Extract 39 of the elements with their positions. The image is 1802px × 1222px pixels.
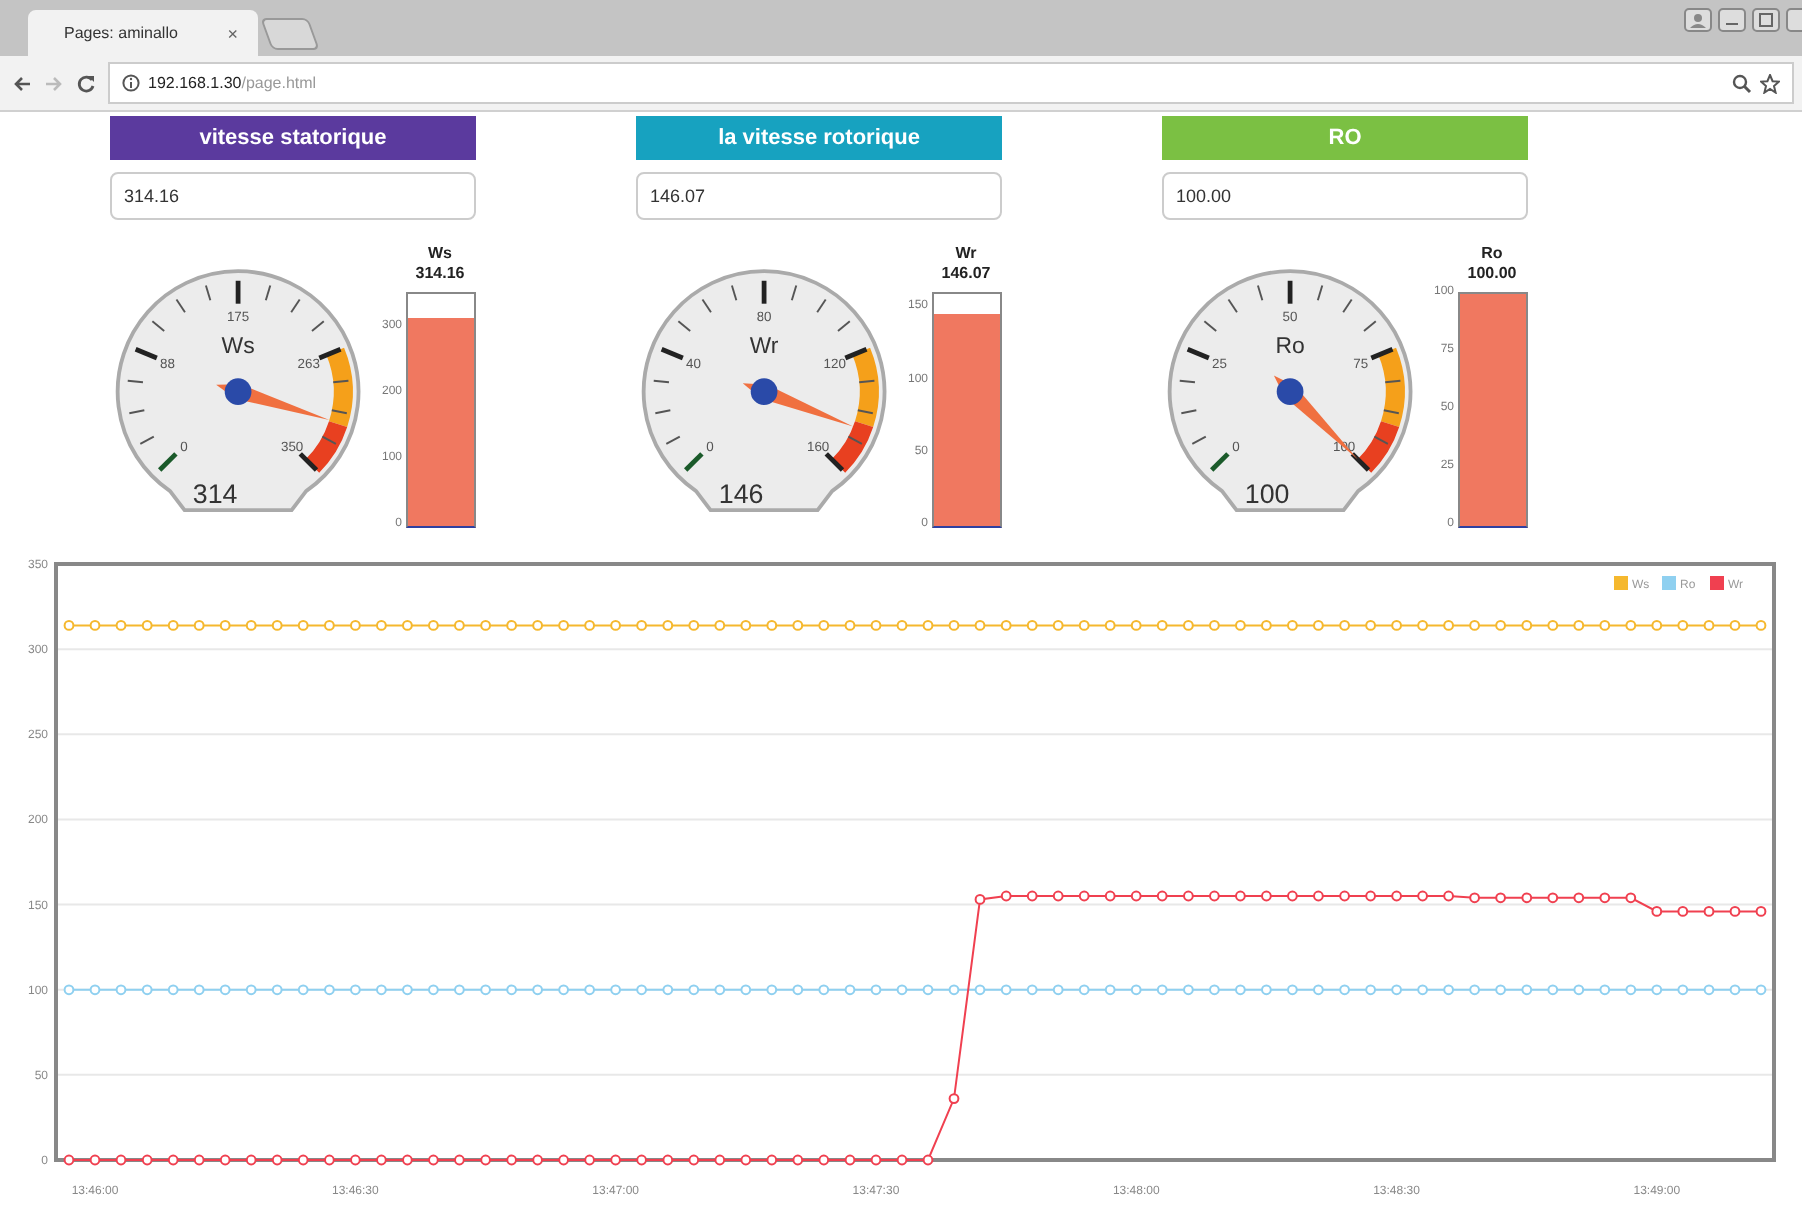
url-path: /page.html [241,74,317,92]
gauge-hub [750,378,778,406]
minimize-icon[interactable] [1718,8,1746,32]
gauge-label: Ws [221,335,255,360]
bar-value: 146.07 [939,264,993,284]
gauge-readout: 146 [718,478,764,509]
gauge-readout: 100 [1244,478,1290,509]
panel-header: vitesse statorique [110,116,476,160]
value-field[interactable]: 146.07 [636,172,1002,220]
gauge-readout: 314 [192,478,238,509]
gauge-label: Wr [749,335,779,360]
panel-header: la vitesse rotorique [636,116,1002,160]
browser-tab[interactable]: Pages: aminallo × [28,10,258,56]
address-field[interactable]: 192.168.1.30/page.html [108,62,1794,104]
panel-header: RO [1162,116,1528,160]
tab-title: Pages: aminallo [64,24,178,42]
gauge-label: Ro [1275,335,1305,360]
gauge-hub [1276,378,1304,406]
reload-icon[interactable] [76,73,96,93]
info-icon[interactable] [122,74,140,92]
maximize-icon[interactable] [1752,8,1780,32]
legend-swatch [1710,576,1724,590]
bar-label: Ro [1479,244,1505,264]
profile-icon[interactable] [1684,8,1712,32]
back-icon[interactable] [12,73,32,93]
bar-label: Ws [426,244,454,264]
bar-value: 314.16 [413,264,467,284]
bar-value: 100.00 [1465,264,1519,284]
legend-swatch [1662,576,1676,590]
bar-label: Wr [953,244,979,264]
legend-swatch [1614,576,1628,590]
tab-close[interactable]: × [227,23,238,43]
zoom-icon[interactable] [1732,73,1752,93]
star-icon[interactable] [1760,73,1780,93]
close-icon[interactable] [1786,8,1802,32]
value-field[interactable]: 100.00 [1162,172,1528,220]
gauge-hub [224,378,252,406]
url-host: 192.168.1.30 [148,74,242,92]
value-field[interactable]: 314.16 [110,172,476,220]
